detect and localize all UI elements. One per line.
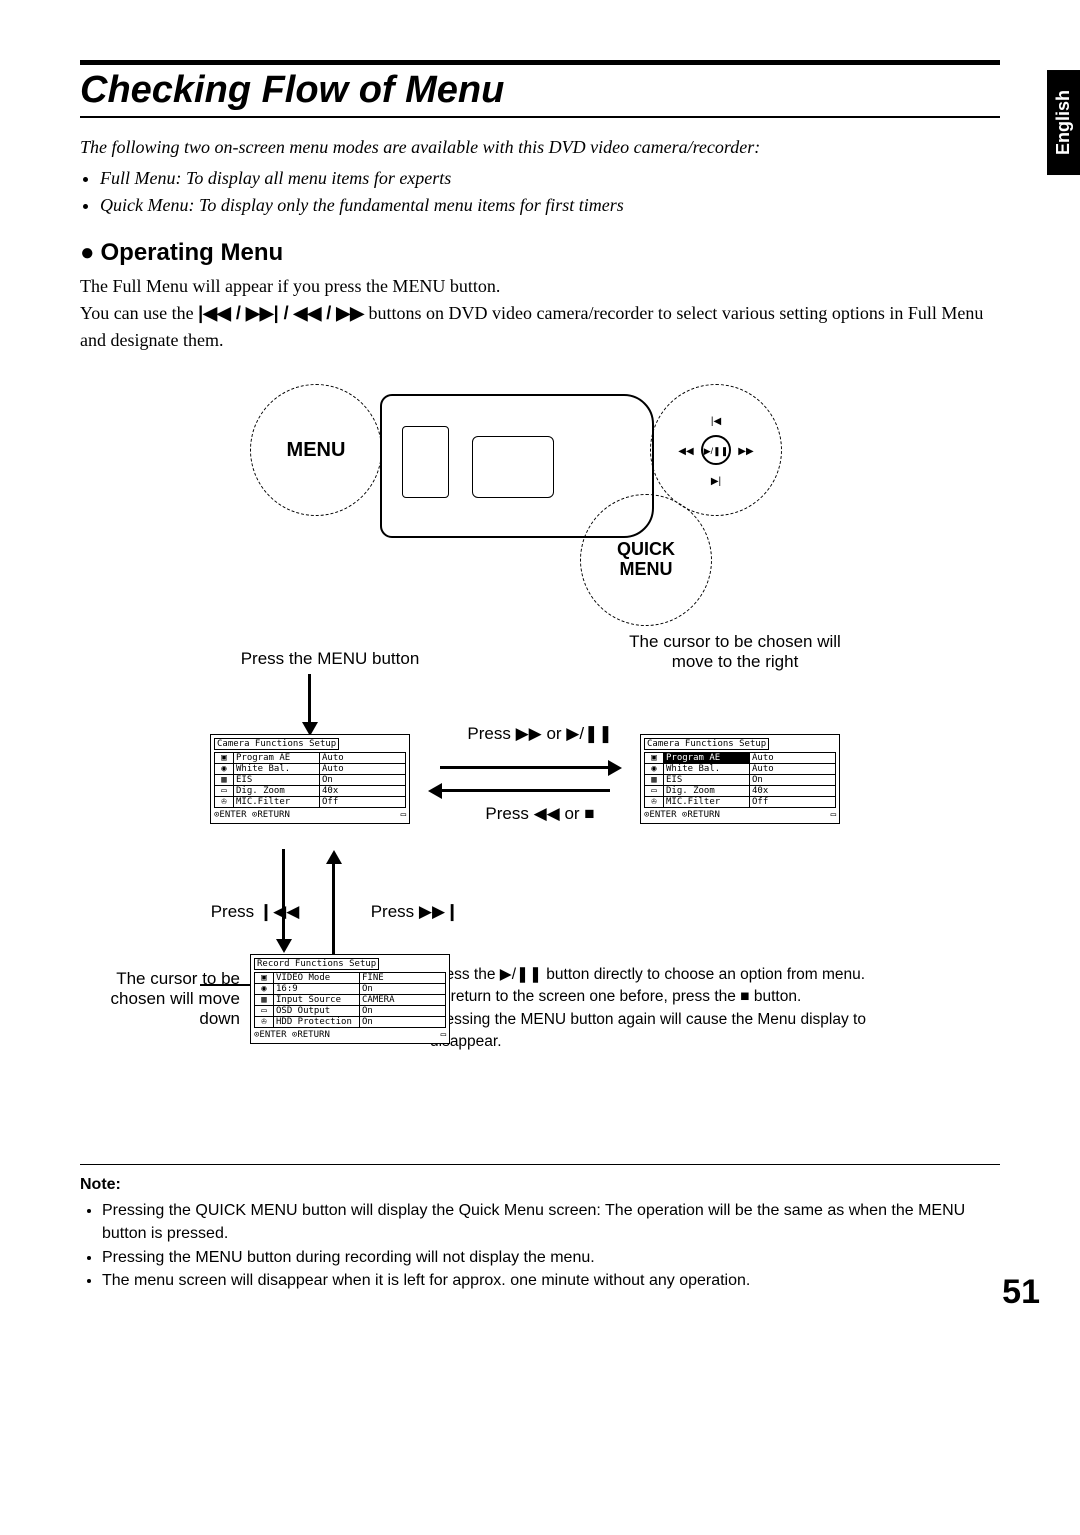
note-label: Note: (80, 1176, 121, 1193)
intro-line: The following two on-screen menu modes a… (80, 134, 1000, 161)
title-underline (80, 116, 1000, 118)
svg-text:▶/❚❚: ▶/❚❚ (704, 446, 729, 457)
intro-block: The following two on-screen menu modes a… (80, 134, 1000, 219)
arrow-down-icon (282, 849, 285, 941)
svg-text:▶|: ▶| (711, 476, 721, 487)
osd-camera-functions-highlight: Camera Functions Setup ▣Program AEAuto ◉… (640, 734, 840, 824)
intro-bullet: Full Menu: To display all menu items for… (100, 165, 1000, 192)
nav-symbols-icon: |◀◀ / ▶▶| / ◀◀ / ▶▶ (198, 303, 364, 323)
diagram-area: MENU ▶/❚❚ |◀ ▶| ◀◀ ▶▶ QUICK MENU Press t… (80, 374, 1000, 1144)
caption-press-menu: Press the MENU button (200, 649, 460, 669)
page-title: Checking Flow of Menu (80, 60, 1000, 112)
caption-cursor-down: The cursor to be chosen will move down (80, 969, 240, 1029)
caption-press-fwd: Press ▶▶❙ (360, 902, 470, 922)
language-tab: English (1047, 70, 1080, 175)
camera-illustration: MENU ▶/❚❚ |◀ ▶| ◀◀ ▶▶ QUICK MENU (250, 374, 830, 624)
arrow-right-icon (440, 766, 610, 769)
osd-title: Record Functions Setup (254, 958, 379, 970)
leader-line (200, 984, 255, 986)
body-text: The Full Menu will appear if you press t… (80, 273, 1000, 354)
osd-camera-functions: Camera Functions Setup ▣Program AEAuto ◉… (210, 734, 410, 824)
arrow-left-icon (440, 789, 610, 792)
note-block: Note: Pressing the QUICK MENU button wil… (80, 1164, 1000, 1292)
joystick-icon: ▶/❚❚ |◀ ▶| ◀◀ ▶▶ (676, 410, 756, 490)
caption-press-back: Press ❙◀◀ (200, 902, 310, 922)
page-number: 51 (1002, 1273, 1040, 1312)
osd-record-functions: Record Functions Setup ▣VIDEO ModeFINE ◉… (250, 954, 450, 1044)
osd-title: Camera Functions Setup (644, 738, 769, 750)
caption-bottom-text: Press the ▶/❚❚ button directly to choose… (430, 964, 940, 1054)
caption-press-next: Press ▶▶ or ▶/❚❚ (440, 724, 640, 744)
svg-text:▶▶: ▶▶ (738, 446, 754, 457)
arrow-down-icon (308, 674, 311, 724)
menu-dial: MENU (250, 384, 382, 516)
arrow-up-icon (332, 862, 335, 954)
subheading-operating-menu: Operating Menu (80, 239, 1000, 267)
joystick-dial: ▶/❚❚ |◀ ▶| ◀◀ ▶▶ (650, 384, 782, 516)
caption-cursor-right: The cursor to be chosen will move to the… (610, 632, 860, 672)
note-item: The menu screen will disappear when it i… (102, 1269, 1000, 1292)
svg-text:|◀: |◀ (711, 416, 722, 427)
note-item: Pressing the QUICK MENU button will disp… (102, 1199, 1000, 1245)
quick-menu-dial: QUICK MENU (580, 494, 712, 626)
note-item: Pressing the MENU button during recordin… (102, 1246, 1000, 1269)
svg-text:◀◀: ◀◀ (678, 446, 694, 457)
osd-title: Camera Functions Setup (214, 738, 339, 750)
intro-bullet: Quick Menu: To display only the fundamen… (100, 192, 1000, 219)
body-line-2a: You can use the (80, 303, 198, 323)
body-line-1: The Full Menu will appear if you press t… (80, 276, 500, 296)
caption-press-prev: Press ◀◀ or ■ (440, 804, 640, 824)
